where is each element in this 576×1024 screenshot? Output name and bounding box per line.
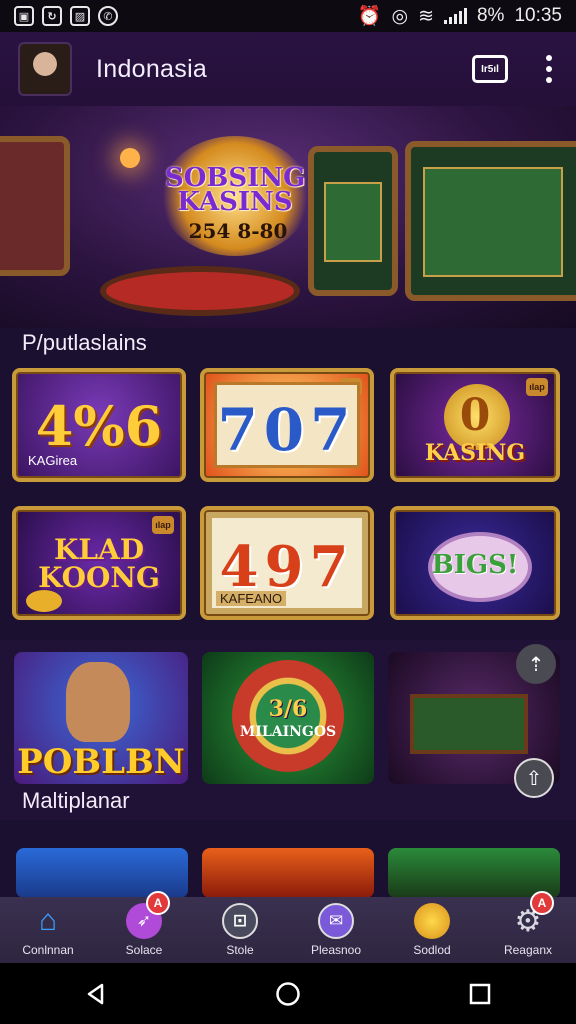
nav-item-solace[interactable]: ➶ A Solace bbox=[96, 891, 192, 963]
coin-icon bbox=[414, 903, 450, 939]
signal-icon bbox=[443, 8, 467, 24]
hero-logo-text: SOBSING KASINS bbox=[165, 163, 306, 217]
roulette-table bbox=[100, 266, 300, 316]
game-tile[interactable]: ılap KLAD KOONG bbox=[12, 506, 186, 620]
hero-logo-number: 254 8-80 bbox=[188, 219, 288, 243]
mail-icon: ✉ bbox=[318, 903, 354, 939]
cast-icon[interactable]: Ir5ıl bbox=[472, 55, 508, 83]
game-tile[interactable] bbox=[16, 848, 188, 898]
game-tile[interactable] bbox=[388, 848, 560, 898]
game-tile[interactable]: ılap 707 bbox=[200, 368, 374, 482]
game-tile[interactable]: 497 KAFEANO bbox=[200, 506, 374, 620]
game-tile[interactable]: ılap 0 KASING bbox=[390, 368, 560, 482]
nav-item-reaganx[interactable]: ⚙ A Reaganx bbox=[480, 891, 576, 963]
page-title: Indonasia bbox=[96, 54, 208, 83]
photo-icon: ▣ bbox=[14, 6, 34, 26]
coin-icon bbox=[26, 590, 62, 612]
scroll-up-button[interactable]: ⇡ bbox=[516, 644, 556, 684]
home-icon: ⌂ bbox=[38, 904, 58, 937]
home-button[interactable] bbox=[258, 972, 318, 1016]
image-icon: ▨ bbox=[70, 6, 90, 26]
alarm-icon: ⏰ bbox=[357, 6, 382, 27]
navigate-up-button[interactable]: ⇧ bbox=[514, 758, 554, 798]
section-title-popular: P/putlaslains bbox=[22, 330, 147, 355]
bag-icon: ⊡ bbox=[222, 903, 258, 939]
bottom-navigation: ⌂ Conlnnan ➶ A Solace ⊡ Stole ✉ Pleasnoo… bbox=[0, 891, 576, 963]
nav-item-store[interactable]: ⊡ Stole bbox=[192, 897, 288, 963]
more-menu-icon[interactable] bbox=[540, 55, 558, 83]
slot-machine-right bbox=[405, 141, 576, 301]
section-title-multiplayer: Maltiplanar bbox=[22, 788, 130, 813]
recents-icon bbox=[469, 983, 491, 1004]
notification-badge: A bbox=[530, 891, 554, 915]
player-portrait bbox=[66, 662, 130, 742]
battery-level: 8% bbox=[476, 5, 505, 26]
status-bar: ▣ ↻ ▨ ✆ ⏰ ◎ ≋ 8% 10:35 bbox=[0, 0, 576, 32]
lamp-decoration bbox=[120, 148, 140, 168]
game-tile[interactable]: POBLBN bbox=[14, 652, 188, 784]
game-tile[interactable] bbox=[202, 848, 374, 898]
slot-machine-left bbox=[0, 136, 70, 276]
app-header: Indonasia Ir5ıl bbox=[0, 32, 576, 106]
nav-item-pleasnoo[interactable]: ✉ Pleasnoo bbox=[288, 897, 384, 963]
tile-badge: ılap bbox=[152, 516, 174, 534]
game-tile[interactable]: 4%6 KAGirea bbox=[12, 368, 186, 482]
whatsapp-icon: ✆ bbox=[98, 6, 118, 26]
vibrate-icon: ◎ bbox=[391, 5, 409, 27]
game-tile-caption: KAGirea bbox=[28, 453, 78, 468]
back-icon bbox=[87, 983, 104, 1004]
game-tile[interactable]: 3/6 MILAINGOS bbox=[202, 652, 374, 784]
avatar[interactable] bbox=[18, 42, 72, 96]
system-navigation bbox=[0, 963, 576, 1024]
notification-badge: A bbox=[146, 891, 170, 915]
back-button[interactable] bbox=[66, 972, 126, 1016]
hero-banner[interactable]: SOBSING KASINS 254 8-80 bbox=[0, 106, 576, 328]
slot-machine-middle bbox=[308, 146, 398, 296]
cast-label: Ir5ıl bbox=[481, 63, 499, 75]
clock: 10:35 bbox=[514, 5, 562, 26]
home-circle-icon bbox=[276, 981, 300, 1006]
game-tile-caption: KAFEANO bbox=[216, 591, 287, 606]
nav-item-home[interactable]: ⌂ Conlnnan bbox=[0, 897, 96, 963]
sync-icon: ↻ bbox=[42, 6, 62, 26]
wifi-icon: ≋ bbox=[418, 5, 434, 27]
game-tile[interactable]: BIGS! bbox=[390, 506, 560, 620]
nav-item-sodlod[interactable]: Sodlod bbox=[384, 897, 480, 963]
recents-button[interactable] bbox=[450, 972, 510, 1016]
